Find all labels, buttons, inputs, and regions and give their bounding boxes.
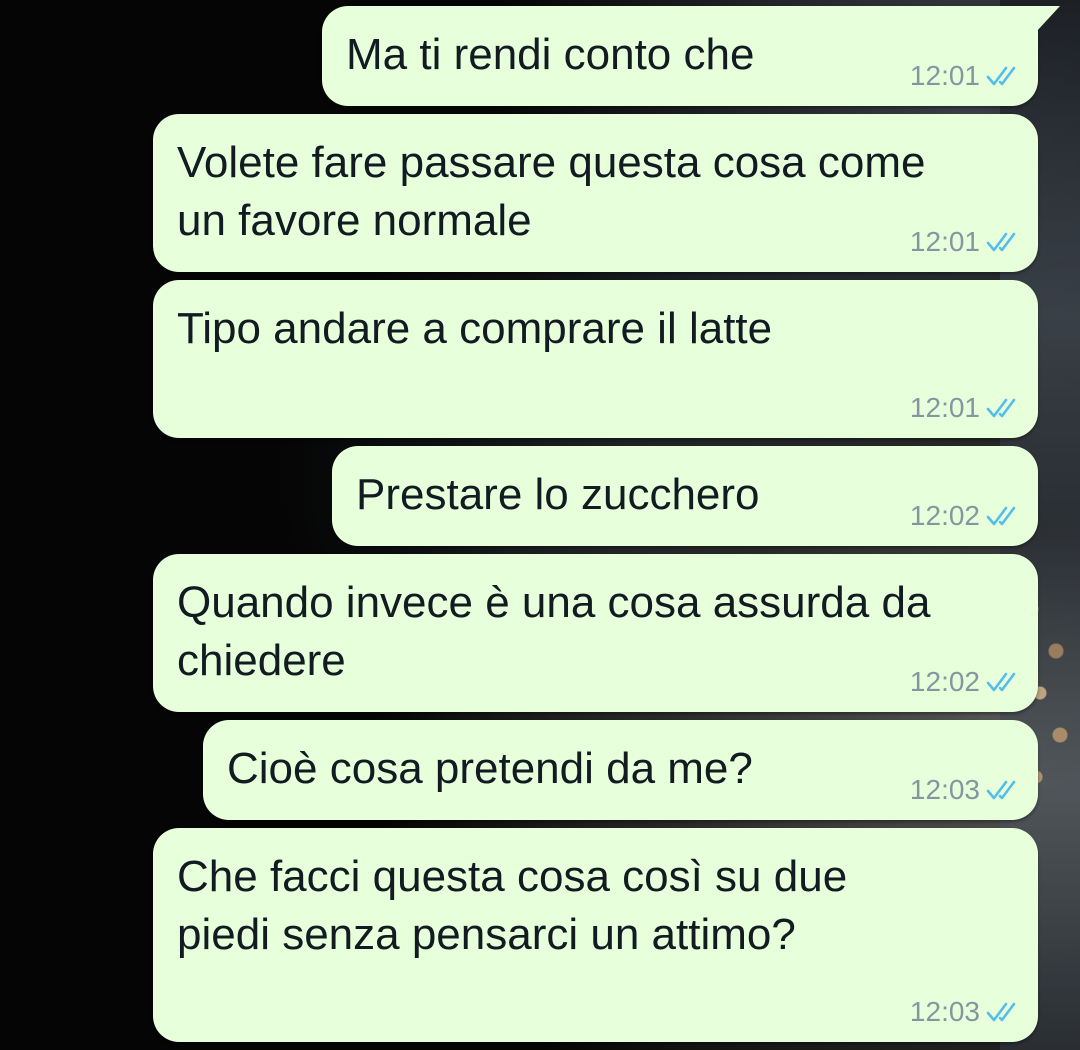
message-timestamp: 12:03	[909, 996, 980, 1027]
message-bubble[interactable]: Volete fare passare questa cosa come un …	[153, 114, 1038, 272]
message-text: Volete fare passare questa cosa come un …	[177, 138, 926, 245]
message-meta: 12:01	[910, 226, 1022, 258]
message-meta: 12:03	[910, 774, 1022, 806]
message-timestamp: 12:01	[909, 226, 980, 257]
double-check-icon	[986, 231, 1022, 253]
message-bubble[interactable]: Tipo andare a comprare il latte 12:01	[153, 280, 1038, 438]
message-text: Cioè cosa pretendi da me?	[227, 744, 753, 793]
double-check-icon	[986, 671, 1022, 693]
double-check-icon	[986, 397, 1022, 419]
message-timestamp: 12:02	[909, 666, 980, 697]
message-meta: 12:02	[910, 500, 1022, 532]
message-meta: 12:02	[910, 666, 1022, 698]
message-meta: 12:01	[910, 60, 1022, 92]
message-meta: 12:01	[910, 392, 1022, 424]
message-meta: 12:03	[910, 996, 1022, 1028]
message-timestamp: 12:02	[909, 500, 980, 531]
message-bubble[interactable]: Ma ti rendi conto che 12:01	[322, 6, 1060, 106]
double-check-icon	[986, 505, 1022, 527]
double-check-icon	[986, 779, 1022, 801]
message-bubble[interactable]: Che facci questa cosa così su due piedi …	[153, 828, 1038, 1042]
message-timestamp: 12:03	[909, 774, 980, 805]
message-bubble[interactable]: Quando invece è una cosa assurda da chie…	[153, 554, 1038, 712]
message-bubble[interactable]: Cioè cosa pretendi da me? 12:03	[203, 720, 1038, 820]
message-timestamp: 12:01	[909, 60, 980, 91]
message-text: Prestare lo zucchero	[356, 470, 760, 519]
message-text: Tipo andare a comprare il latte	[177, 304, 773, 353]
message-text: Che facci questa cosa così su due piedi …	[177, 852, 848, 959]
message-text: Ma ti rendi conto che	[346, 30, 755, 79]
message-bubble[interactable]: Prestare lo zucchero 12:02	[332, 446, 1038, 546]
bubble-tail	[1036, 6, 1060, 32]
double-check-icon	[986, 65, 1022, 87]
message-text: Quando invece è una cosa assurda da chie…	[177, 578, 931, 685]
double-check-icon	[986, 1001, 1022, 1023]
message-timestamp: 12:01	[909, 392, 980, 423]
